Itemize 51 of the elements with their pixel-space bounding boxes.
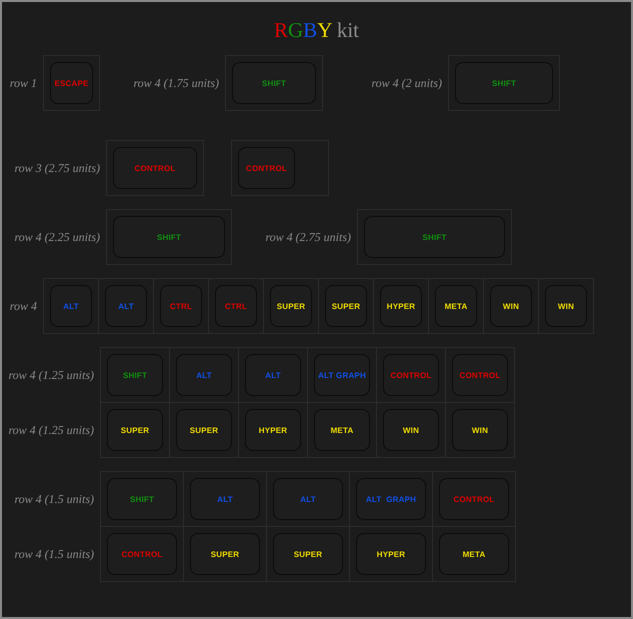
keycap: WIN xyxy=(383,409,439,451)
keycap: HYPER xyxy=(356,533,426,575)
keycap: CONTROL xyxy=(107,533,177,575)
keycap: SHIFT xyxy=(107,478,177,520)
keycap: HYPER xyxy=(245,409,301,451)
row-label: row 4 (1.25 units) xyxy=(7,423,94,438)
keycap: WIN xyxy=(452,409,508,451)
keycap: WIN xyxy=(545,285,587,327)
keycap: ALT xyxy=(190,478,260,520)
row-label: row 3 (2.75 units) xyxy=(13,160,100,176)
keycap: SUPER xyxy=(325,285,367,327)
keycap: CTRL xyxy=(160,285,202,327)
keycap: ALT xyxy=(273,478,343,520)
keycap: CONTROL xyxy=(439,478,509,520)
keycap: SUPER xyxy=(107,409,163,451)
row-label: row 4 (1.75 units) xyxy=(132,76,219,90)
keycap: SHIFT xyxy=(107,354,163,396)
keycap: SHIFT xyxy=(364,216,505,258)
keycap: ESCAPE xyxy=(50,62,93,104)
keycap: WIN xyxy=(490,285,532,327)
keycap: SUPER xyxy=(273,533,343,575)
keycap: SHIFT xyxy=(455,62,553,104)
keycap: META xyxy=(439,533,509,575)
keycap: ALT xyxy=(245,354,301,396)
keycap: CONTROL xyxy=(238,147,295,189)
keycap: ALT xyxy=(176,354,232,396)
keycap: ALT xyxy=(50,285,92,327)
keycap: CONTROL xyxy=(452,354,508,396)
kit-title: RGBY kit xyxy=(272,18,360,42)
row-label: row 4 (2.75 units) xyxy=(264,230,351,244)
keycap: HYPER xyxy=(380,285,422,327)
keycap: SHIFT xyxy=(232,62,316,104)
keycap: CONTROL xyxy=(113,147,197,189)
row-label: row 4 xyxy=(8,298,37,314)
row-label: row 4 (1.5 units) xyxy=(13,547,94,562)
keycap: ALT xyxy=(105,285,147,327)
row-label: row 4 (1.5 units) xyxy=(13,492,94,506)
row-label: row 4 (2 units) xyxy=(370,76,442,90)
row-label: row 4 (2.25 units) xyxy=(13,230,100,244)
keycap: META xyxy=(435,285,477,327)
row-label: row 4 (1.25 units) xyxy=(7,368,94,382)
keycap: SHIFT xyxy=(113,216,225,258)
keycap: ALT GRAPH xyxy=(356,478,426,520)
keycap: ALT GRAPH xyxy=(314,354,370,396)
keycap: SUPER xyxy=(270,285,312,327)
keycap: SUPER xyxy=(176,409,232,451)
keycap: CTRL xyxy=(215,285,257,327)
keycap: SUPER xyxy=(190,533,260,575)
keycap: CONTROL xyxy=(383,354,439,396)
keycap: META xyxy=(314,409,370,451)
row-label: row 1 xyxy=(8,76,37,90)
